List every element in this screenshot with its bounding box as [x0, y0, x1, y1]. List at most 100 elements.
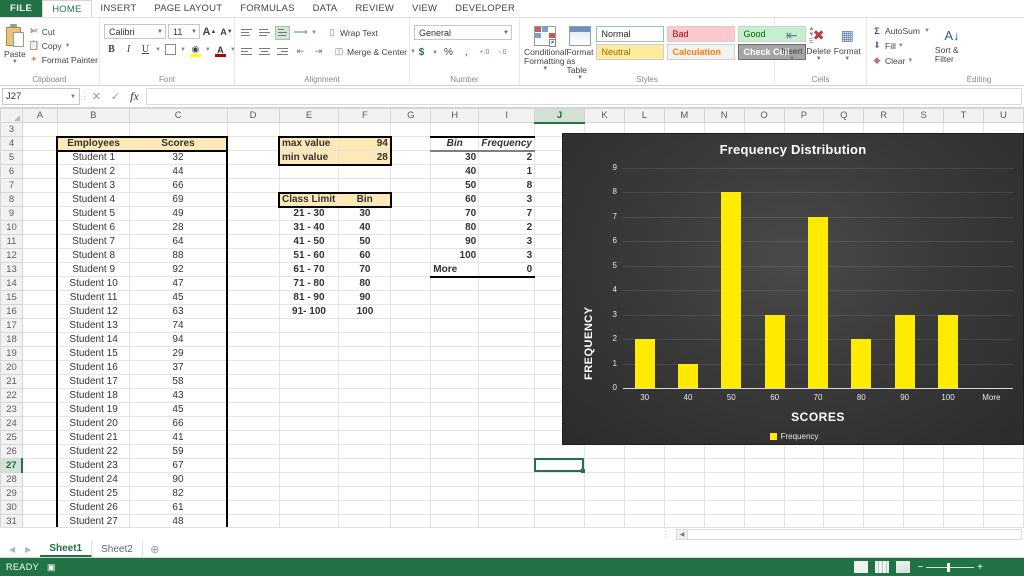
cell-F14[interactable]: 80	[338, 276, 392, 291]
cell-C19[interactable]: 29	[129, 346, 229, 361]
cell-C11[interactable]: 64	[129, 234, 229, 249]
cell-C4[interactable]: Scores	[129, 135, 229, 152]
cell-U29[interactable]	[983, 486, 1024, 501]
column-header-f[interactable]: F	[338, 108, 392, 123]
cell-F29[interactable]	[338, 486, 392, 501]
comma-format-button[interactable]: ,	[459, 45, 474, 60]
enter-formula-button[interactable]: ✓	[106, 88, 125, 105]
cell-G14[interactable]	[390, 276, 432, 291]
cell-E30[interactable]	[279, 500, 340, 515]
cell-H24[interactable]	[430, 416, 480, 431]
column-header-c[interactable]: C	[128, 108, 228, 123]
cell-D18[interactable]	[227, 332, 280, 347]
cell-L29[interactable]	[624, 486, 665, 501]
cell-R29[interactable]	[863, 486, 905, 501]
tab-file[interactable]: FILE	[0, 0, 43, 17]
cancel-formula-button[interactable]: ✕	[87, 88, 106, 105]
cell-A27[interactable]	[22, 458, 58, 473]
cell-I18[interactable]	[478, 332, 536, 347]
cell-G6[interactable]	[390, 164, 432, 179]
cell-K29[interactable]	[584, 486, 625, 501]
cell-A31[interactable]	[22, 514, 58, 527]
cell-H12[interactable]: 100	[430, 248, 480, 263]
cell-A17[interactable]	[22, 318, 58, 333]
cell-Q27[interactable]	[823, 458, 865, 473]
cell-I15[interactable]	[478, 290, 536, 305]
spreadsheet-grid[interactable]: A B C D E F G H I J K L M N O P Q R S T U 3 4 Employees Scores ma…	[0, 108, 1024, 527]
cell-P30[interactable]	[784, 500, 825, 515]
chart-bar[interactable]	[938, 314, 958, 388]
row-header-4[interactable]: 4	[0, 136, 23, 151]
format-as-table-button[interactable]: Format as Table ▼	[567, 24, 593, 81]
cell-E26[interactable]	[279, 444, 340, 459]
cell-N31[interactable]	[704, 514, 745, 527]
cell-B20[interactable]: Student 16	[56, 360, 130, 375]
cell-B29[interactable]: Student 25	[56, 486, 130, 501]
column-header-e[interactable]: E	[278, 108, 340, 123]
cell-G5[interactable]	[390, 150, 432, 165]
cell-A23[interactable]	[22, 402, 58, 417]
fill-button[interactable]: ⬇ Fill ▼	[871, 39, 930, 52]
cell-E6[interactable]	[279, 164, 340, 179]
cell-F18[interactable]	[338, 332, 392, 347]
cell-B12[interactable]: Student 8	[56, 248, 130, 263]
chart-bar[interactable]	[808, 216, 828, 388]
wrap-text-button[interactable]: ▯ Wrap Text	[326, 26, 377, 39]
cell-N29[interactable]	[704, 486, 745, 501]
cell-G7[interactable]	[390, 178, 432, 193]
cell-F31[interactable]	[338, 514, 392, 527]
cell-E17[interactable]	[279, 318, 340, 333]
clear-button[interactable]: ◆ Clear ▼	[871, 54, 930, 67]
cell-I5[interactable]: 2	[478, 150, 536, 165]
cell-G29[interactable]	[390, 486, 432, 501]
increase-indent-button[interactable]: ⇥	[311, 44, 326, 59]
cell-K31[interactable]	[584, 514, 625, 527]
cell-F11[interactable]: 50	[338, 234, 392, 249]
cell-G18[interactable]	[390, 332, 432, 347]
cell-H28[interactable]	[430, 472, 480, 487]
horizontal-scrollbar[interactable]: ◀	[676, 529, 1022, 540]
tab-formulas[interactable]: FORMULAS	[231, 0, 303, 17]
cell-C15[interactable]: 45	[129, 290, 229, 305]
cell-O31[interactable]	[744, 514, 785, 527]
selected-cell-j27[interactable]	[533, 457, 585, 473]
cell-B3[interactable]	[57, 122, 130, 137]
row-header-3[interactable]: 3	[0, 122, 23, 137]
column-header-d[interactable]: D	[226, 108, 280, 123]
cell-E16[interactable]: 91- 100	[279, 304, 340, 319]
row-header-15[interactable]: 15	[0, 290, 23, 305]
cell-F27[interactable]	[338, 458, 392, 473]
cell-H20[interactable]	[430, 360, 480, 375]
align-right-button[interactable]	[275, 45, 290, 59]
formula-input[interactable]	[146, 88, 1022, 105]
cell-G15[interactable]	[390, 290, 432, 305]
sheet-tab-sheet1[interactable]: Sheet1	[40, 541, 93, 557]
cell-F24[interactable]	[338, 416, 392, 431]
cell-H3[interactable]	[430, 122, 480, 137]
cell-U28[interactable]	[983, 472, 1024, 487]
cell-G31[interactable]	[390, 514, 432, 527]
cell-H7[interactable]: 50	[430, 178, 480, 193]
zoom-slider[interactable]: − +	[917, 562, 983, 573]
add-sheet-button[interactable]: ⊕	[143, 541, 167, 557]
row-header-21[interactable]: 21	[0, 374, 23, 389]
sort-filter-button[interactable]: A↓ Sort & Filter	[935, 24, 969, 64]
cell-F6[interactable]	[338, 164, 392, 179]
cell-D30[interactable]	[227, 500, 280, 515]
chart-bar[interactable]	[851, 339, 872, 388]
zoom-in-icon[interactable]: +	[977, 562, 983, 573]
cell-B21[interactable]: Student 17	[56, 374, 130, 389]
scroll-grip[interactable]: ⋮	[655, 529, 676, 540]
cell-H15[interactable]	[430, 290, 480, 305]
cell-O26[interactable]	[744, 444, 785, 459]
column-header-u[interactable]: U	[982, 108, 1024, 123]
cell-I24[interactable]	[478, 416, 536, 431]
paste-button[interactable]: Paste ▼	[4, 22, 26, 65]
cell-I30[interactable]	[478, 500, 536, 515]
page-break-view-button[interactable]	[896, 561, 911, 573]
cell-M30[interactable]	[664, 500, 705, 515]
cell-E22[interactable]	[279, 388, 340, 403]
cell-I14[interactable]	[478, 276, 536, 291]
cell-B25[interactable]: Student 21	[56, 430, 130, 445]
row-header-23[interactable]: 23	[0, 402, 23, 417]
